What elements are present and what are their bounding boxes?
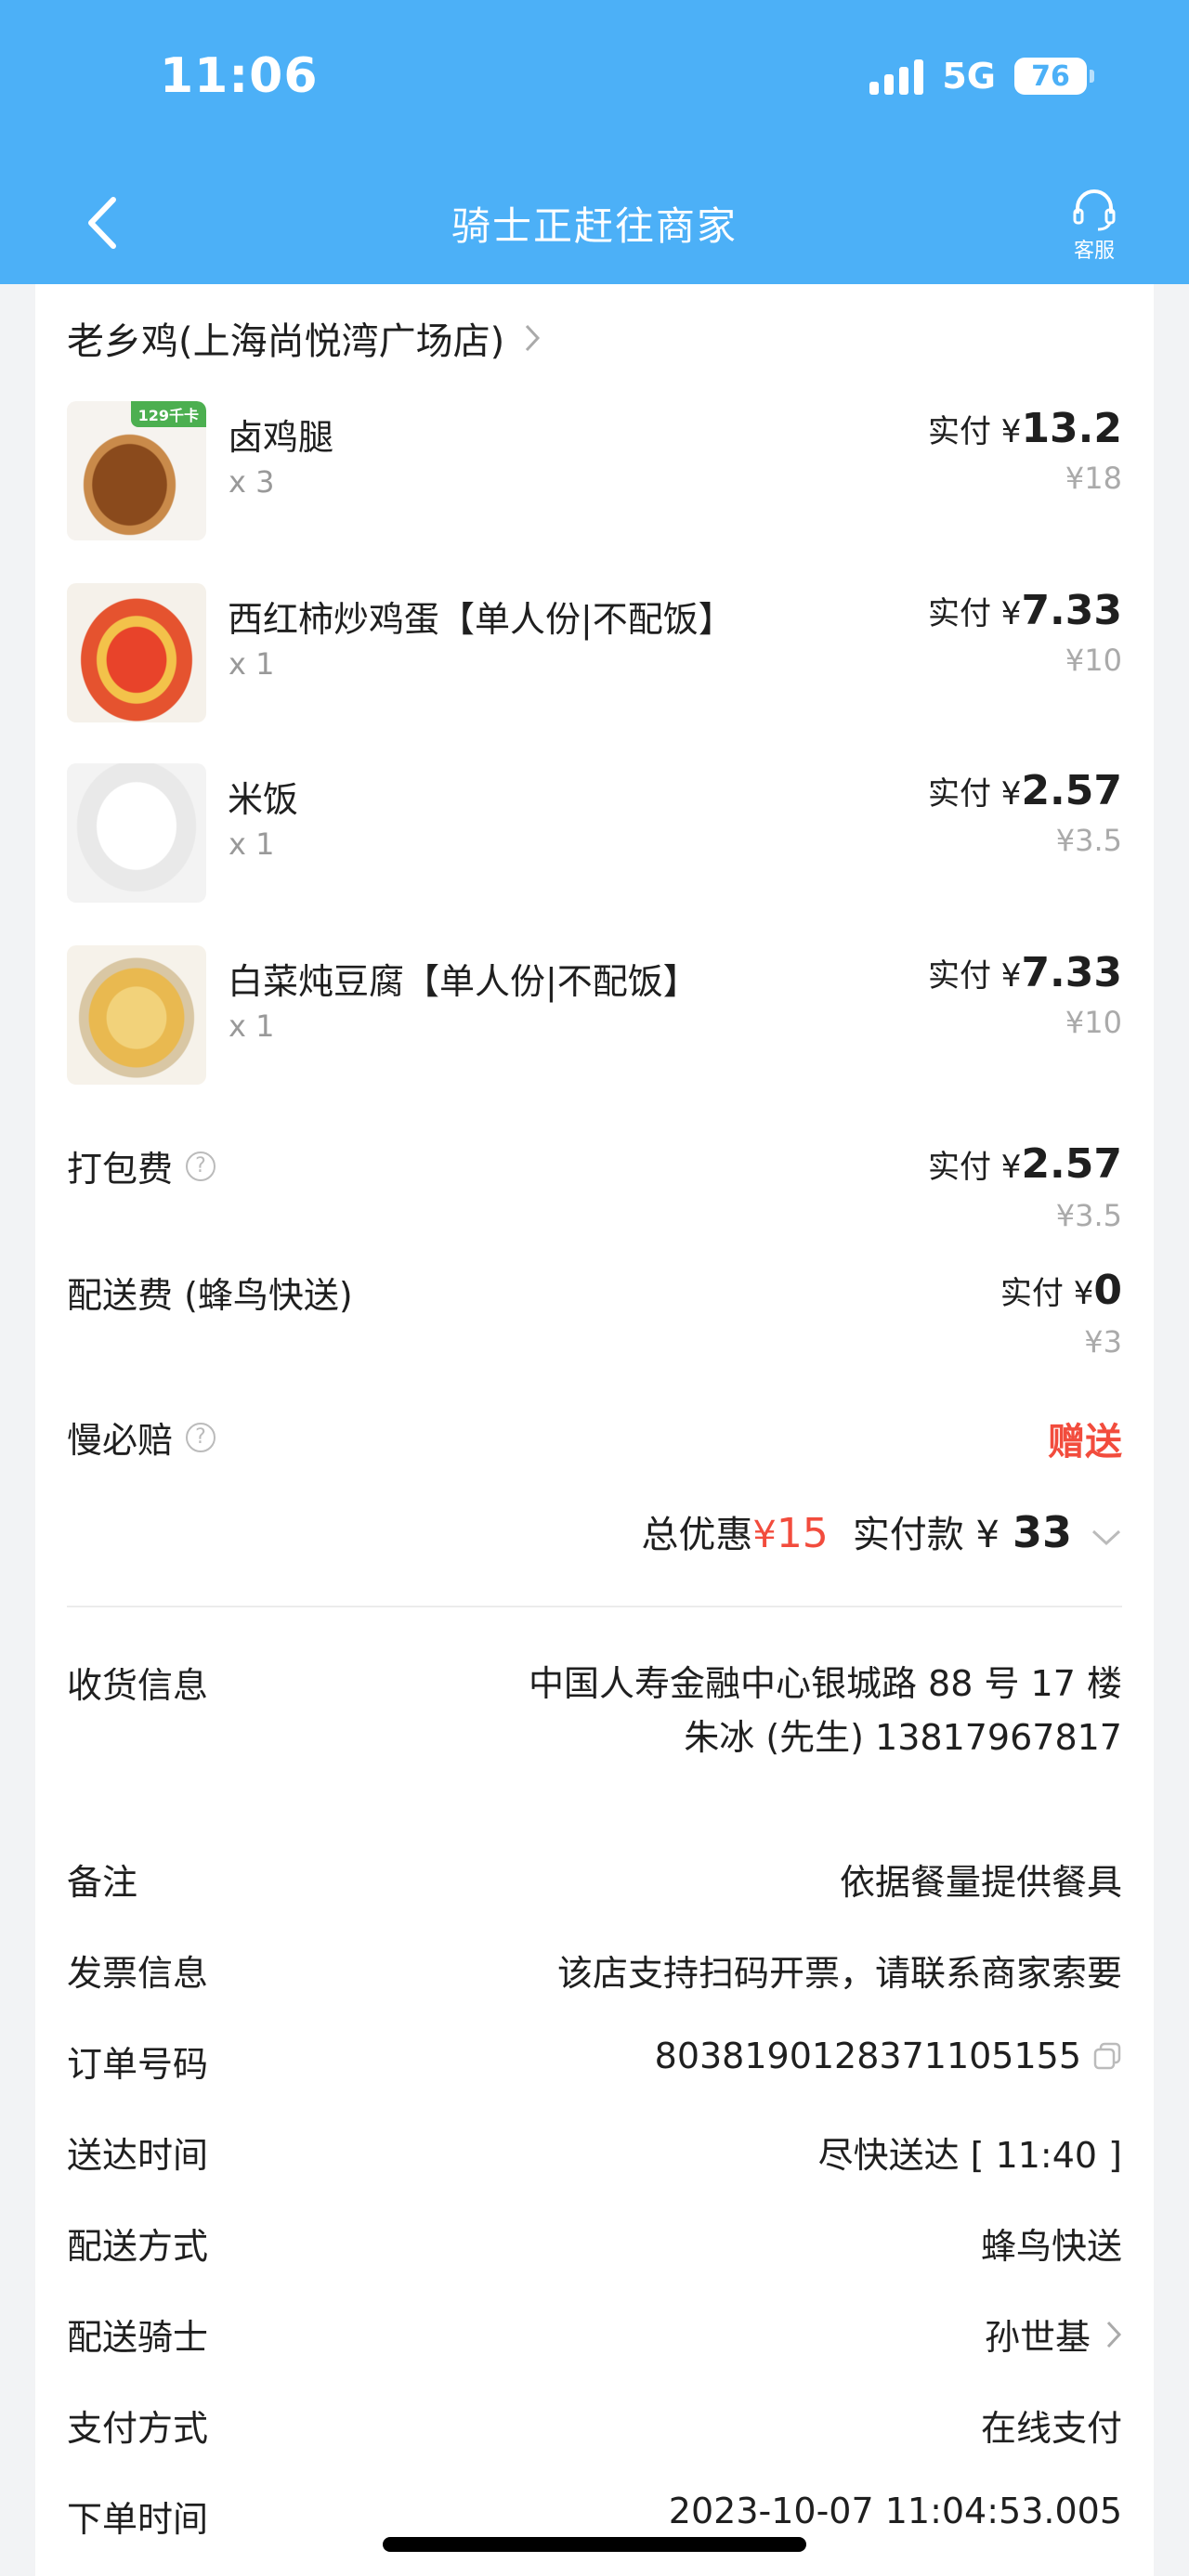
divider (67, 1606, 1122, 1607)
shop-link[interactable]: 老乡鸡(上海尚悦湾广场店) (67, 311, 542, 365)
late-compensation-label: 慢必赔 ? (67, 1412, 1122, 1463)
remark-value: 依据餐量提供餐具 (839, 1862, 1122, 1903)
status-time: 11:06 (160, 48, 319, 104)
order-number-value: 8038190128371105155 (655, 2036, 1122, 2076)
paid-total-label: 实付款 ¥ (852, 1514, 1000, 1556)
copy-icon[interactable] (1092, 2041, 1122, 2071)
packing-fee-original: ¥3.5 (1055, 1198, 1122, 1233)
item-original-price: ¥3.5 (1055, 823, 1122, 858)
payment-row: 支付方式 在线支付 (67, 2400, 1122, 2455)
payment-label: 支付方式 (67, 2408, 209, 2449)
delivery-method-value: 蜂鸟快送 (980, 2226, 1122, 2267)
order-number-row: 订单号码 8038190128371105155 (67, 2036, 1122, 2091)
status-indicators: 5G 76 (869, 56, 1094, 97)
invoice-label: 发票信息 (67, 1953, 209, 1994)
receiver-info-row: 收货信息 中国人寿金融中心银城路 88 号 17 楼 朱冰 (先生) 13817… (67, 1657, 1122, 1824)
item-quantity: x 1 (229, 1008, 275, 1044)
headset-icon (1073, 189, 1116, 231)
page-title: 骑士正赶往商家 (451, 203, 738, 249)
order-time-label: 下单时间 (67, 2499, 209, 2540)
paid-total-amount: 33 (1012, 1507, 1072, 1557)
item-paid: 实付 ¥2.57 (927, 767, 1122, 814)
battery-icon: 76 (1014, 58, 1094, 95)
item-quantity: x 1 (229, 646, 275, 682)
remark-row: 备注 依据餐量提供餐具 (67, 1854, 1122, 1909)
list-item[interactable]: 米饭 x 1 实付 ¥2.57 ¥3.5 (67, 763, 1122, 903)
payment-value: 在线支付 (980, 2408, 1122, 2449)
delivery-time-value: 尽快送达 [ 11:40 ] (817, 2135, 1122, 2176)
delivery-time-label: 送达时间 (67, 2135, 209, 2176)
remark-label: 备注 (67, 1862, 138, 1903)
network-type: 5G (942, 56, 996, 97)
food-thumbnail (67, 763, 206, 903)
delivery-fee-paid: 实付 ¥0 (1000, 1267, 1122, 1314)
discount-amount: 15 (776, 1510, 829, 1557)
item-original-price: ¥10 (1065, 1005, 1122, 1040)
receiver-address: 中国人寿金融中心银城路 88 号 17 楼 (528, 1663, 1122, 1704)
receiver-info-value: 中国人寿金融中心银城路 88 号 17 楼 朱冰 (先生) 1381796781… (528, 1657, 1122, 1764)
header: 11:06 5G 76 骑士正赶往商家 客服 (0, 0, 1189, 284)
list-item[interactable]: 白菜炖豆腐【单人份|不配饭】 x 1 实付 ¥7.33 ¥10 (67, 945, 1122, 1085)
item-paid: 实付 ¥7.33 (927, 587, 1122, 634)
shop-name: 老乡鸡(上海尚悦湾广场店) (67, 320, 505, 363)
list-item[interactable]: 129千卡 卤鸡腿 x 3 实付 ¥13.2 ¥18 (67, 401, 1122, 540)
order-time-value: 2023-10-07 11:04:53.005 (668, 2491, 1122, 2531)
receiver-contact: 朱冰 (先生) 13817967817 (684, 1717, 1122, 1758)
packing-fee-row: 打包费 ? 实付 ¥2.57 ¥3.5 (67, 1140, 1122, 1242)
item-paid: 实付 ¥7.33 (927, 949, 1122, 996)
item-quantity: x 3 (229, 464, 275, 500)
receiver-info-label: 收货信息 (67, 1665, 209, 1706)
rider-label: 配送骑士 (67, 2317, 209, 2358)
delivery-time-row: 送达时间 尽快送达 [ 11:40 ] (67, 2127, 1122, 2182)
rider-row[interactable]: 配送骑士 孙世基 (67, 2309, 1122, 2364)
order-number-label: 订单号码 (67, 2044, 209, 2085)
delivery-fee-label: 配送费 (蜂鸟快送) (67, 1275, 353, 1316)
item-name: 白菜炖豆腐【单人份|不配饭】 (228, 961, 699, 1002)
customer-service-label: 客服 (1073, 240, 1115, 263)
food-thumbnail (67, 583, 206, 722)
item-name: 西红柿炒鸡蛋【单人份|不配饭】 (228, 599, 734, 640)
late-compensation-value: 赠送 (1048, 1421, 1122, 1464)
item-original-price: ¥18 (1065, 461, 1122, 496)
packing-fee-paid: 实付 ¥2.57 (927, 1140, 1122, 1188)
discount-label: 总优惠 (641, 1514, 753, 1556)
item-name: 米饭 (228, 779, 299, 820)
invoice-value: 该店支持扫码开票，请联系商家索要 (556, 1953, 1122, 1994)
list-item[interactable]: 西红柿炒鸡蛋【单人份|不配饭】 x 1 实付 ¥7.33 ¥10 (67, 583, 1122, 722)
chevron-right-icon (1106, 2321, 1122, 2348)
customer-service-button[interactable]: 客服 (1057, 186, 1131, 264)
food-thumbnail (67, 945, 206, 1085)
help-icon[interactable]: ? (186, 1422, 216, 1452)
home-indicator (383, 2537, 806, 2552)
delivery-method-row: 配送方式 蜂鸟快送 (67, 2218, 1122, 2273)
chevron-right-icon (526, 324, 541, 352)
item-paid: 实付 ¥13.2 (927, 405, 1122, 452)
item-name: 卤鸡腿 (228, 417, 334, 458)
invoice-row: 发票信息 该店支持扫码开票，请联系商家索要 (67, 1945, 1122, 2000)
delivery-method-label: 配送方式 (67, 2226, 209, 2267)
chevron-down-icon (1091, 1529, 1121, 1546)
signal-icon (869, 58, 924, 95)
rider-value: 孙世基 (985, 2309, 1122, 2360)
calorie-badge: 129千卡 (130, 401, 206, 427)
order-total[interactable]: 总优惠 ¥ 15 实付款 ¥ 33 (641, 1504, 1122, 1558)
delivery-fee-original: ¥3 (1084, 1324, 1122, 1360)
item-original-price: ¥10 (1065, 643, 1122, 678)
item-quantity: x 1 (229, 826, 275, 862)
discount-currency: ¥ (752, 1514, 777, 1556)
food-thumbnail: 129千卡 (67, 401, 206, 540)
late-compensation-row: 慢必赔 ? 赠送 (67, 1412, 1122, 1467)
delivery-fee-row: 配送费 (蜂鸟快送) 实付 ¥0 ¥3 (67, 1267, 1122, 1369)
help-icon[interactable]: ? (186, 1151, 216, 1181)
